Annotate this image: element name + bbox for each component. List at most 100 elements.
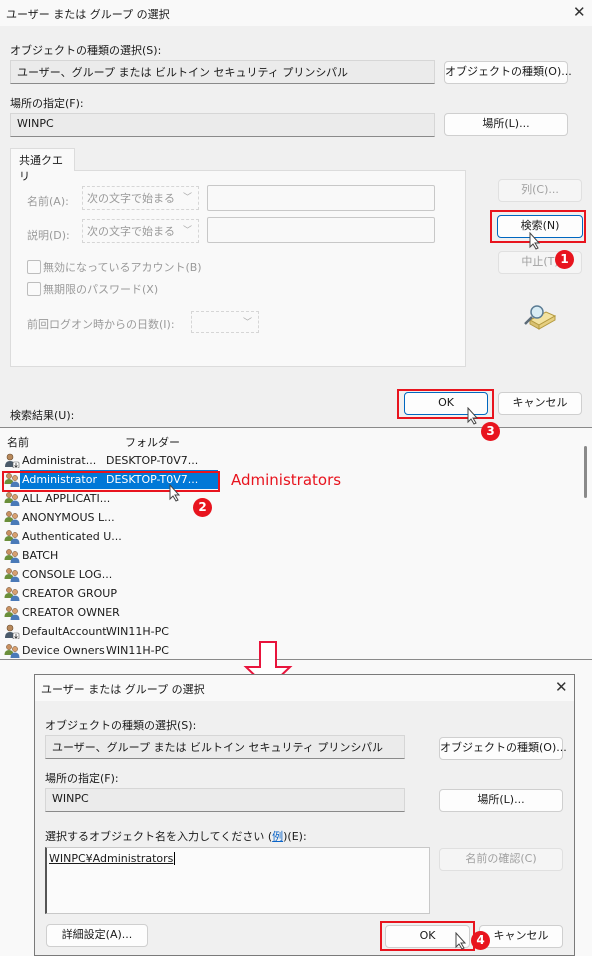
tab-common-queries[interactable]: 共通クエリ [10,148,75,183]
select-users-dialog-bottom: ユーザー または グループ の選択 ✕ オブジェクトの種類の選択(S): ユーザ… [34,674,575,956]
table-row[interactable]: Administrat... DESKTOP-T0V7... [0,451,230,470]
days-since-logon-label: 前回ログオン時からの日数(I): [27,318,175,331]
table-row[interactable]: BATCH [0,546,230,565]
object-type-field: ユーザー、グループ または ビルトイン セキュリティ プリンシパル [10,60,435,84]
user-icon [4,624,20,640]
row-name: Device Owners [22,644,105,657]
check-names-button[interactable]: 名前の確認(C) [439,848,563,871]
object-type-field: ユーザー、グループ または ビルトイン セキュリティ プリンシパル [45,735,405,759]
location-label: 場所の指定(F): [45,772,119,785]
group-icon [4,472,20,487]
search-results-list[interactable]: 名前 フォルダー Administrat... DESKTOP-T0V7... Ad… [0,427,592,660]
table-row[interactable]: Authenticated U... [0,527,230,546]
advanced-button[interactable]: 詳細設定(A)... [46,924,148,947]
scrollbar-thumb[interactable] [584,446,587,498]
table-row[interactable]: CREATOR GROUP [0,584,230,603]
table-row[interactable]: CREATOR OWNER [0,603,230,622]
column-header-folder[interactable]: フォルダー [125,434,180,450]
description-mode-select[interactable]: 次の文字で始まる ﹀ [82,219,199,243]
group-icon [4,529,20,544]
enter-label-text: 選択するオブジェクト名を入力してください ( [45,830,273,843]
mouse-pointer-icon [169,484,181,502]
non-expiring-password-label: 無期限のパスワード(X) [43,283,159,296]
row-folder: WIN11H-PC [106,625,169,638]
step-badge-4: 4 [471,931,490,950]
step-badge-3: 3 [481,422,500,441]
object-names-textarea[interactable]: WINPC¥Administrators​ [45,847,430,914]
chevron-down-icon: ﹀ [242,318,252,328]
locations-button[interactable]: 場所(L)... [439,789,563,812]
chevron-down-icon: ﹀ [182,193,192,203]
row-name: CONSOLE LOG... [22,568,113,581]
name-mode-select[interactable]: 次の文字で始まる ﹀ [82,186,199,210]
close-icon[interactable]: ✕ [573,3,586,21]
group-icon [4,548,20,563]
disabled-accounts-checkbox[interactable] [27,260,41,274]
step-badge-1: 1 [555,250,574,269]
dialog-title: ユーザー または グループ の選択 [6,8,170,21]
dialog-title: ユーザー または グループ の選択 [41,683,205,696]
group-icon [4,510,20,525]
callout-administrators: Administrators [231,471,342,489]
name-input[interactable] [207,185,435,211]
name-label: 名前(A): [27,195,69,208]
search-directory-icon [524,305,556,330]
row-folder: DESKTOP-T0V7... [106,473,199,486]
group-icon [4,491,20,506]
close-icon[interactable]: ✕ [555,678,568,696]
object-type-label: オブジェクトの種類の選択(S): [45,719,197,732]
select-users-dialog-top: ユーザー または グループ の選択 ✕ オブジェクトの種類の選択(S): ユーザ… [0,0,592,441]
cancel-button[interactable]: キャンセル [479,925,563,948]
name-mode-value: 次の文字で始まる [87,192,175,205]
description-input[interactable] [207,217,435,243]
location-field: WINPC [10,113,435,137]
group-icon [4,567,20,582]
object-types-button[interactable]: オブジェクトの種類(O)... [439,737,567,760]
row-folder: DESKTOP-T0V7... [106,454,199,467]
row-name: CREATOR GROUP [22,587,117,600]
row-name: ALL APPLICATI... [22,492,111,505]
group-icon [4,605,20,620]
disabled-accounts-label: 無効になっているアカウント(B) [43,261,202,274]
table-row[interactable]: Administrator DESKTOP-T0V7... [4,470,218,489]
description-mode-value: 次の文字で始まる [87,225,175,238]
title-bar: ユーザー または グループ の選択 ✕ [35,675,574,701]
object-types-button[interactable]: オブジェクトの種類(O)... [444,61,572,84]
table-row[interactable]: CONSOLE LOG... [0,565,230,584]
step-badge-2: 2 [193,498,212,517]
row-name: Administrator [22,473,97,486]
examples-link[interactable]: 例 [272,830,283,843]
search-results-label: 検索結果(U): [10,409,75,422]
row-name: DefaultAccount [22,625,107,638]
group-icon [4,586,20,601]
enter-label-suffix: )(E): [283,830,307,843]
chevron-down-icon: ﹀ [182,226,192,236]
column-header-name[interactable]: 名前 [7,434,29,450]
row-name: Authenticated U... [22,530,122,543]
row-name: CREATOR OWNER [22,606,120,619]
mouse-pointer-icon [529,232,541,250]
object-type-label: オブジェクトの種類の選択(S): [10,44,162,57]
row-name: BATCH [22,549,59,562]
text-caret: ​ [174,852,176,865]
mouse-pointer-icon [455,932,467,950]
enter-object-names-label: 選択するオブジェクト名を入力してください (例)(E): [45,828,307,844]
title-bar: ユーザー または グループ の選択 ✕ [0,0,592,26]
row-folder: WIN11H-PC [106,644,169,657]
group-icon [4,643,20,658]
columns-button[interactable]: 列(C)... [498,179,582,202]
table-row[interactable]: DefaultAccount WIN11H-PC [0,622,230,641]
locations-button[interactable]: 場所(L)... [444,113,568,136]
object-names-value: WINPC¥Administrators [49,852,174,865]
cancel-button[interactable]: キャンセル [498,392,582,415]
non-expiring-password-checkbox[interactable] [27,282,41,296]
mouse-pointer-icon [467,407,479,425]
table-row[interactable]: Device Owners WIN11H-PC [0,641,230,660]
location-label: 場所の指定(F): [10,97,84,110]
user-icon [4,453,20,469]
row-name: Administrat... [22,454,97,467]
description-label: 説明(D): [27,229,70,242]
row-name: ANONYMOUS L... [22,511,115,524]
days-since-logon-select[interactable]: ﹀ [191,311,259,333]
location-field: WINPC [45,788,405,812]
